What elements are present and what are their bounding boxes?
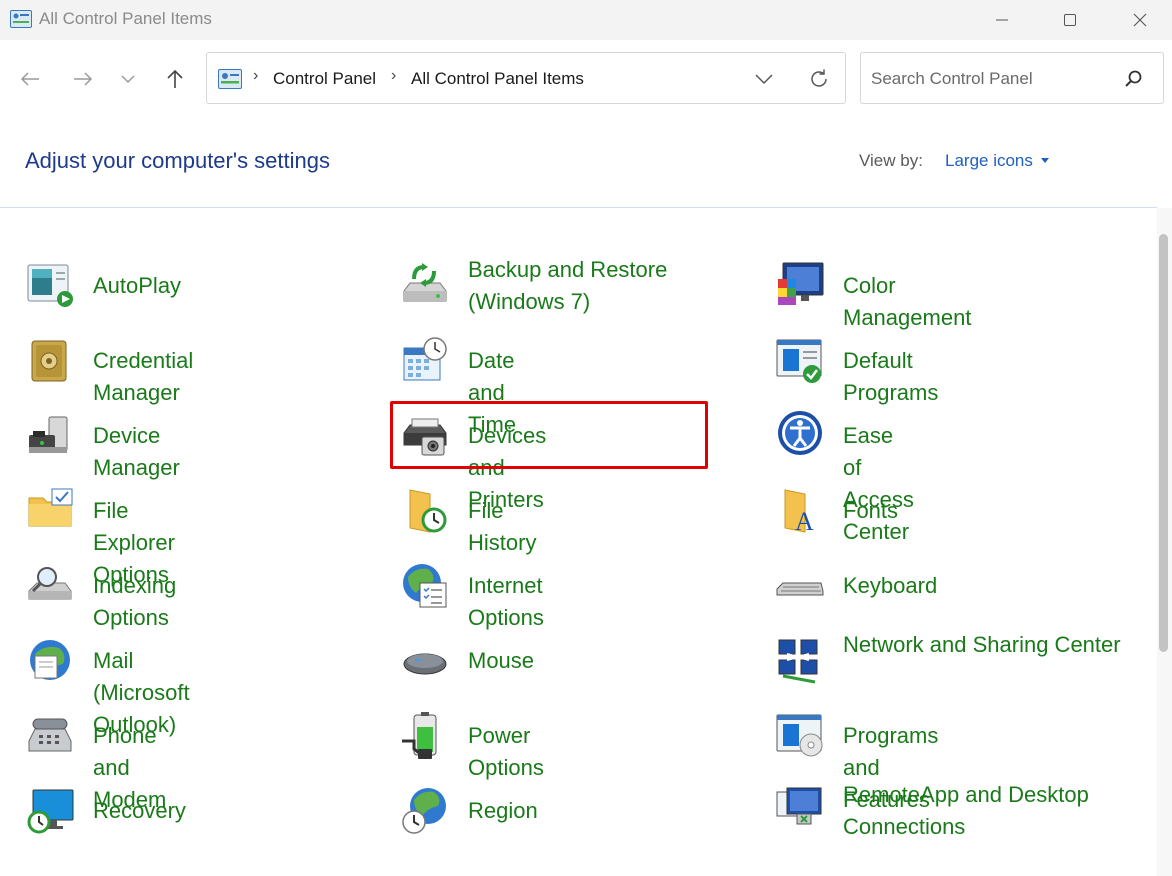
item-label: Ease of Access Center	[843, 423, 914, 544]
close-button[interactable]	[1118, 6, 1162, 34]
color-management-icon	[778, 262, 824, 305]
up-arrow-icon	[167, 69, 183, 88]
search-placeholder: Search Control Panel	[871, 69, 1033, 88]
ease-of-access-icon	[778, 411, 822, 455]
network-sharing-icon	[778, 639, 818, 684]
item-label: Keyboard	[843, 573, 938, 598]
item-label: Fonts	[843, 498, 899, 523]
close-icon	[1133, 13, 1147, 27]
date-time-icon	[403, 337, 447, 381]
item-label: Indexing Options	[93, 573, 177, 630]
minimize-icon	[996, 19, 1008, 21]
forward-arrow-icon	[74, 72, 93, 86]
item-label: Color Management	[843, 273, 972, 330]
item-label: Mouse	[468, 648, 535, 673]
caret-down-icon[interactable]	[1041, 158, 1049, 163]
view-by-label: View by:	[859, 151, 923, 170]
item-label: Power Options	[468, 723, 544, 780]
breadcrumb-separator: ›	[253, 67, 259, 84]
region-icon	[402, 788, 446, 834]
programs-features-icon	[776, 714, 823, 757]
item-label: File History	[468, 498, 537, 555]
search-icon[interactable]	[1123, 69, 1143, 89]
fonts-icon: A	[784, 489, 814, 536]
default-programs-icon	[776, 339, 822, 383]
chevron-down-icon	[121, 75, 135, 84]
item-label: Device Manager	[93, 423, 180, 480]
window-title: All Control Panel Items	[39, 9, 212, 28]
keyboard-icon	[776, 582, 824, 596]
device-manager-icon	[29, 416, 68, 453]
credential-manager-icon	[31, 340, 67, 382]
back-button[interactable]	[15, 64, 45, 94]
address-bar[interactable]: › Control Panel › All Control Panel Item…	[206, 52, 846, 104]
view-by-dropdown[interactable]: Large icons	[945, 151, 1033, 171]
autoplay-icon	[27, 264, 73, 307]
maximize-button[interactable]	[1048, 6, 1092, 34]
back-arrow-icon	[20, 72, 39, 86]
forward-button[interactable]	[68, 64, 98, 94]
item-label: Internet Options	[468, 573, 544, 630]
svg-text:A: A	[795, 507, 814, 536]
recent-locations-button[interactable]	[113, 64, 143, 94]
item-label: Region	[468, 798, 538, 823]
title-bar: All Control Panel Items	[0, 0, 1172, 40]
scrollbar-thumb[interactable]	[1159, 234, 1168, 652]
minimize-button[interactable]	[980, 6, 1024, 34]
breadcrumb-separator: ›	[391, 67, 397, 84]
file-history-icon	[409, 489, 447, 533]
item-label: Credential Manager	[93, 348, 194, 405]
address-dropdown-icon[interactable]	[753, 69, 775, 89]
item-label: RemoteApp and Desktop Connections	[843, 782, 1089, 839]
maximize-icon	[1064, 14, 1076, 26]
refresh-icon[interactable]	[807, 67, 831, 91]
mail-icon	[30, 640, 70, 680]
search-input[interactable]: Search Control Panel	[860, 52, 1164, 104]
indexing-options-icon	[28, 567, 72, 600]
highlight-box	[390, 401, 708, 469]
mouse-icon	[403, 653, 447, 675]
page-title: Adjust your computer's settings	[25, 148, 331, 173]
item-label: Recovery	[93, 798, 186, 823]
up-button[interactable]	[160, 64, 190, 94]
item-label: Network and Sharing Center	[843, 632, 1121, 657]
power-options-icon	[402, 712, 437, 759]
item-label: Backup and Restore (Windows 7)	[468, 257, 668, 314]
breadcrumb-control-panel[interactable]: Control Panel	[273, 69, 376, 89]
file-explorer-options-icon	[28, 488, 73, 527]
phone-modem-icon	[28, 718, 72, 752]
remoteapp-icon	[776, 787, 822, 825]
breadcrumb-all-items[interactable]: All Control Panel Items	[411, 69, 584, 89]
control-panel-icon	[10, 10, 32, 28]
recovery-icon	[27, 789, 74, 834]
backup-restore-icon	[403, 263, 447, 302]
internet-options-icon	[403, 564, 447, 608]
header-divider	[0, 207, 1157, 208]
control-panel-icon	[218, 69, 242, 89]
item-label: AutoPlay	[93, 273, 182, 298]
item-label: Default Programs	[843, 348, 939, 405]
